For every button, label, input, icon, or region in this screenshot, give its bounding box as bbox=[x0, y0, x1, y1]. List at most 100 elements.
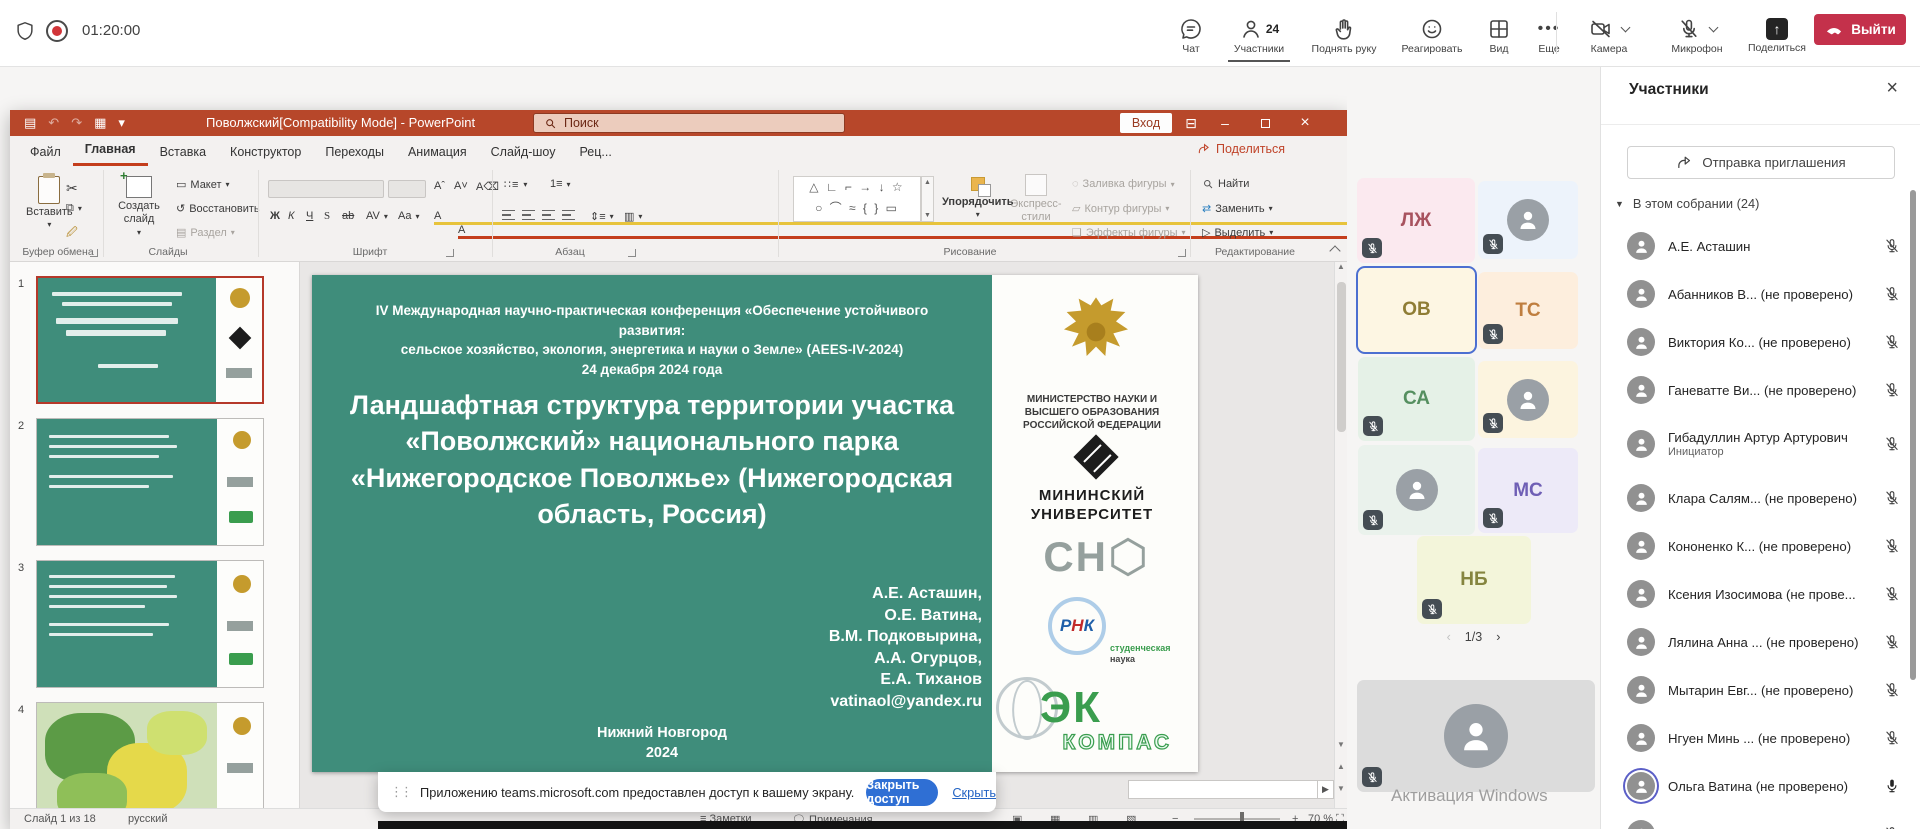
participant-mic-icon[interactable] bbox=[1881, 633, 1901, 651]
minimize-button[interactable]: – bbox=[1208, 110, 1242, 136]
ppt-tab-5[interactable]: Анимация bbox=[396, 139, 479, 166]
ppt-tab-7[interactable]: Рец... bbox=[567, 139, 623, 166]
camera-button[interactable]: Камера bbox=[1568, 8, 1650, 64]
ribbon-display-options-button[interactable]: ⊟ bbox=[1174, 110, 1208, 136]
ppt-tab-1[interactable]: Главная bbox=[73, 136, 148, 166]
mic-dropdown-chevron-icon[interactable] bbox=[1709, 23, 1719, 33]
slide-thumbnail-3[interactable] bbox=[36, 560, 264, 688]
video-tile-НБ[interactable]: НБ bbox=[1417, 536, 1531, 624]
hscroll-right-arrow-icon[interactable]: ▶ bbox=[1317, 781, 1333, 798]
send-invite-button[interactable]: Отправка приглашения bbox=[1627, 146, 1895, 179]
in-meeting-section-header[interactable]: ▼ В этом собрании (24) bbox=[1615, 196, 1759, 211]
microphone-button[interactable]: Микрофон bbox=[1650, 8, 1744, 64]
slide-vertical-scrollbar[interactable]: ▲▼▲▼ bbox=[1334, 262, 1347, 808]
shape-fill-button[interactable]: ◌ Заливка фигуры ▾ bbox=[1072, 178, 1175, 190]
close-panel-icon[interactable]: × bbox=[1886, 77, 1898, 100]
video-tile-СА[interactable]: СА bbox=[1358, 357, 1475, 441]
clipboard-dialog-launcher-icon[interactable] bbox=[90, 249, 98, 257]
participants-scrollbar[interactable] bbox=[1910, 190, 1916, 680]
leave-button[interactable]: Выйти bbox=[1814, 14, 1906, 45]
ppt-titlebar[interactable]: ▤ ↶ ↷ ▦ ▾ Поволжский[Compatibility Mode]… bbox=[10, 110, 1347, 136]
chat-button[interactable]: Чат bbox=[1162, 8, 1220, 64]
banner-grip-icon[interactable]: ⋮⋮ bbox=[390, 784, 410, 800]
language-indicator[interactable]: русский bbox=[128, 813, 167, 825]
qat-customize-chevron-icon[interactable]: ▾ bbox=[118, 115, 125, 131]
slide-canvas[interactable]: МИНИСТЕРСТВО НАУКИ И ВЫСШЕГО ОБРАЗОВАНИЯ… bbox=[312, 275, 1198, 772]
clear-formatting-button[interactable]: A⌫ bbox=[476, 180, 499, 193]
line-spacing-button[interactable]: ⇕≡▾ bbox=[590, 210, 614, 223]
participant-row[interactable]: Кононенко К... (не проверено) bbox=[1601, 522, 1920, 570]
undo-icon[interactable]: ↶ bbox=[48, 115, 59, 131]
share-screen-button[interactable]: ↑ Поделиться bbox=[1744, 8, 1810, 64]
video-tile-guest[interactable] bbox=[1358, 445, 1475, 535]
start-slideshow-icon[interactable]: ▦ bbox=[94, 115, 106, 131]
slide-thumbnail-2[interactable] bbox=[36, 418, 264, 546]
video-tile-guest[interactable] bbox=[1478, 361, 1578, 438]
zoom-slider[interactable] bbox=[1194, 818, 1280, 820]
bullets-button[interactable]: ∷≡▾ bbox=[504, 178, 527, 191]
collapse-ribbon-chevron-icon[interactable] bbox=[1329, 245, 1340, 256]
ppt-tab-0[interactable]: Файл bbox=[18, 139, 73, 166]
shapes-gallery[interactable]: △ ∟ ⌐ → ↓ ☆ ○ ⌒ ≈ { } ▭ bbox=[793, 176, 921, 222]
participant-mic-icon[interactable] bbox=[1881, 729, 1901, 747]
font-dialog-launcher-icon[interactable] bbox=[446, 249, 454, 257]
video-tile-guest[interactable] bbox=[1357, 680, 1595, 792]
stop-sharing-button[interactable]: Закрыть доступ bbox=[866, 779, 938, 806]
new-slide-button[interactable]: Создать слайд▾ bbox=[110, 176, 168, 237]
numbering-button[interactable]: 1≡▾ bbox=[550, 178, 571, 190]
restore-button[interactable] bbox=[1248, 110, 1282, 136]
participant-mic-icon[interactable] bbox=[1881, 381, 1901, 399]
participant-row[interactable]: Ганеватте Ви... (не проверено) bbox=[1601, 366, 1920, 414]
format-painter-button[interactable]: 🖉 bbox=[66, 224, 78, 243]
participant-row[interactable]: Ольга Ватина (не проверено) bbox=[1601, 762, 1920, 810]
participant-mic-icon[interactable] bbox=[1881, 333, 1901, 351]
align-left-button[interactable] bbox=[502, 210, 515, 220]
video-tile-МС[interactable]: МС bbox=[1478, 448, 1578, 533]
grow-font-button[interactable]: Aˆ bbox=[434, 180, 445, 192]
participant-row[interactable]: Абанников В... (не проверено) bbox=[1601, 270, 1920, 318]
ppt-search-box[interactable]: Поиск bbox=[533, 113, 845, 133]
participant-mic-icon[interactable] bbox=[1881, 585, 1901, 603]
redo-icon[interactable]: ↷ bbox=[71, 115, 82, 131]
participants-button[interactable]: 24 Участники bbox=[1220, 8, 1298, 64]
underline-button[interactable]: Ч bbox=[306, 210, 313, 222]
more-button[interactable]: ••• Еще bbox=[1524, 8, 1574, 64]
participant-row[interactable]: Ольга Лукьян... bbox=[1601, 810, 1920, 829]
slide-thumbnail-1[interactable] bbox=[36, 276, 264, 404]
justify-button[interactable] bbox=[562, 210, 575, 220]
participant-mic-icon[interactable] bbox=[1881, 537, 1901, 555]
save-icon[interactable]: ▤ bbox=[24, 115, 36, 131]
align-right-button[interactable] bbox=[542, 210, 555, 220]
text-shadow-button[interactable]: S bbox=[324, 210, 330, 222]
participant-mic-icon[interactable] bbox=[1881, 777, 1901, 795]
react-button[interactable]: Реагировать bbox=[1390, 8, 1474, 64]
shape-outline-button[interactable]: ▱ Контур фигуры ▾ bbox=[1072, 202, 1169, 215]
cut-button[interactable]: ✂ bbox=[66, 180, 78, 197]
ppt-signin-button[interactable]: Вход bbox=[1120, 113, 1172, 133]
video-tile-ТС[interactable]: ТС bbox=[1478, 272, 1578, 349]
participant-mic-icon[interactable] bbox=[1881, 825, 1901, 829]
participant-row[interactable]: Лялина Анна ... (не проверено) bbox=[1601, 618, 1920, 666]
video-tile-guest[interactable] bbox=[1478, 181, 1578, 259]
replace-button[interactable]: ⇄ Заменить ▾ bbox=[1202, 202, 1273, 215]
page-next-icon[interactable]: › bbox=[1496, 630, 1500, 644]
slide-thumbnail-4[interactable] bbox=[36, 702, 264, 808]
ppt-tab-2[interactable]: Вставка bbox=[148, 139, 218, 166]
arrange-button[interactable]: Упорядочить▾ bbox=[942, 174, 1014, 219]
participant-mic-icon[interactable] bbox=[1881, 489, 1901, 507]
bold-button[interactable]: Ж bbox=[270, 210, 280, 222]
view-button[interactable]: Вид bbox=[1474, 8, 1524, 64]
participant-mic-icon[interactable] bbox=[1881, 681, 1901, 699]
participant-row[interactable]: Виктория Ко... (не проверено) bbox=[1601, 318, 1920, 366]
participant-row[interactable]: Гибадуллин Артур Артурович Инициатор bbox=[1601, 414, 1920, 474]
paragraph-dialog-launcher-icon[interactable] bbox=[628, 249, 636, 257]
reset-button[interactable]: ↺ Восстановить bbox=[176, 202, 260, 215]
hide-banner-link[interactable]: Скрыть bbox=[952, 785, 996, 800]
font-name-combo[interactable] bbox=[268, 180, 384, 198]
change-case-button[interactable]: Aa▾ bbox=[398, 210, 419, 222]
participant-row[interactable]: Ксения Изосимова (не прове... bbox=[1601, 570, 1920, 618]
columns-button[interactable]: ▥▾ bbox=[624, 210, 642, 223]
shapes-scroll-buttons[interactable]: ▲▼ bbox=[921, 176, 934, 222]
close-button[interactable]: × bbox=[1288, 110, 1322, 136]
font-size-combo[interactable] bbox=[388, 180, 426, 198]
